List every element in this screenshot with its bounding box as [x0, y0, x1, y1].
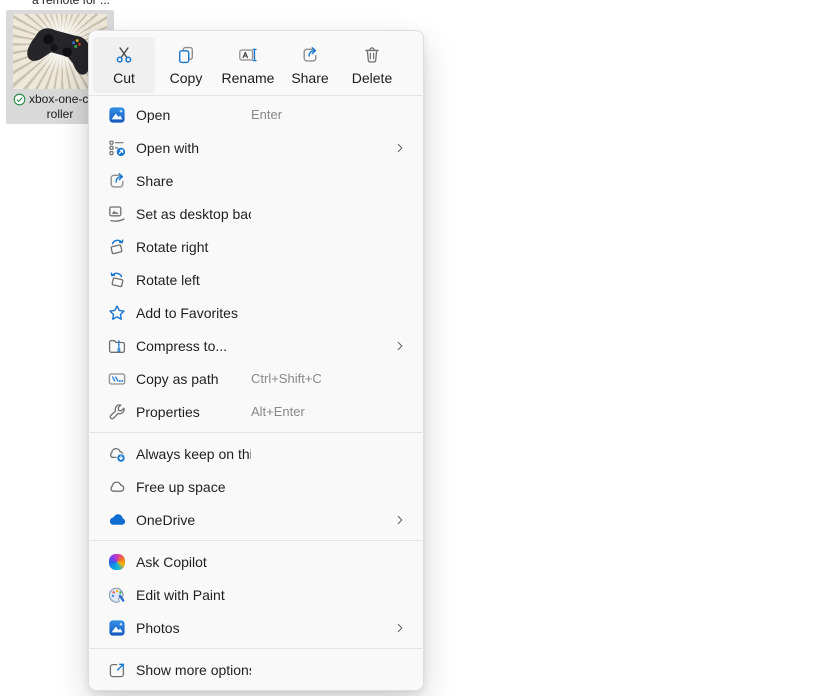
menu-item-label: Edit with Paint	[136, 587, 251, 603]
rotate-right-icon	[107, 237, 127, 257]
rename-button[interactable]: Rename	[217, 37, 279, 93]
menu-item-label: Add to Favorites	[136, 305, 251, 321]
photos-app-icon	[107, 105, 127, 125]
menu-item-label: Always keep on this device	[136, 446, 251, 462]
share-icon	[107, 171, 127, 191]
onedrive-icon	[107, 510, 127, 530]
menu-item-label: Set as desktop background	[136, 206, 251, 222]
menu-item-label: Rotate right	[136, 239, 251, 255]
menu-item-always-keep-on-this-device[interactable]: Always keep on this device	[93, 437, 419, 470]
menu-separator	[89, 648, 423, 649]
desktop-canvas: a remote for ...	[0, 0, 825, 696]
menu-item-rotate-right[interactable]: Rotate right	[93, 230, 419, 263]
share-button[interactable]: Share	[279, 37, 341, 93]
copy-button[interactable]: Copy	[155, 37, 217, 93]
menu-item-edit-with-paint[interactable]: Edit with Paint	[93, 578, 419, 611]
context-menu: Cut Copy Rename Share Delete Open	[88, 30, 424, 691]
menu-item-show-more-options[interactable]: Show more options	[93, 653, 419, 686]
copy-icon	[176, 45, 196, 65]
copilot-icon	[107, 552, 127, 572]
copy-as-path-icon	[107, 369, 127, 389]
menu-item-properties[interactable]: Properties Alt+Enter	[93, 395, 419, 428]
menu-item-label: Open	[136, 107, 251, 123]
shortcut-hint: Ctrl+Shift+C	[251, 371, 322, 386]
menu-item-rotate-left[interactable]: Rotate left	[93, 263, 419, 296]
shortcut-hint: Enter	[251, 107, 282, 122]
cut-label: Cut	[113, 70, 135, 86]
cut-icon	[114, 45, 134, 65]
menu-item-label: OneDrive	[136, 512, 251, 528]
menu-separator	[89, 540, 423, 541]
menu-item-label: Copy as path	[136, 371, 251, 387]
shortcut-hint: Alt+Enter	[251, 404, 305, 419]
share-icon	[300, 45, 320, 65]
menu-item-free-up-space[interactable]: Free up space	[93, 470, 419, 503]
show-more-options-icon	[107, 660, 127, 680]
cloud-icon	[107, 477, 127, 497]
menu-item-add-to-favorites[interactable]: Add to Favorites	[93, 296, 419, 329]
menu-separator	[89, 432, 423, 433]
rename-label: Rename	[222, 70, 275, 86]
star-icon	[107, 303, 127, 323]
delete-icon	[362, 45, 382, 65]
share-label: Share	[291, 70, 328, 86]
wrench-icon	[107, 402, 127, 422]
clipped-file-label-above: a remote for ...	[16, 0, 126, 7]
paint-icon	[107, 585, 127, 605]
menu-item-label: Open with	[136, 140, 251, 156]
rename-icon	[238, 45, 258, 65]
copy-label: Copy	[170, 70, 203, 86]
menu-item-copy-as-path[interactable]: Copy as path Ctrl+Shift+C	[93, 362, 419, 395]
compress-zip-icon	[107, 336, 127, 356]
sync-check-icon	[13, 93, 26, 106]
delete-label: Delete	[352, 70, 392, 86]
menu-item-open[interactable]: Open Enter	[93, 98, 419, 131]
chevron-right-icon	[393, 141, 407, 155]
menu-separator	[89, 95, 423, 96]
menu-item-label: Rotate left	[136, 272, 251, 288]
cut-button[interactable]: Cut	[93, 37, 155, 93]
desktop-background-icon	[107, 204, 127, 224]
photos-app-icon	[107, 618, 127, 638]
menu-item-set-as-desktop-background[interactable]: Set as desktop background	[93, 197, 419, 230]
quick-actions-bar: Cut Copy Rename Share Delete	[89, 35, 423, 93]
chevron-right-icon	[393, 339, 407, 353]
menu-item-label: Compress to...	[136, 338, 251, 354]
menu-item-label: Photos	[136, 620, 251, 636]
menu-item-photos[interactable]: Photos	[93, 611, 419, 644]
menu-item-compress-to[interactable]: Compress to...	[93, 329, 419, 362]
menu-item-label: Ask Copilot	[136, 554, 251, 570]
menu-item-ask-copilot[interactable]: Ask Copilot	[93, 545, 419, 578]
menu-item-onedrive[interactable]: OneDrive	[93, 503, 419, 536]
always-keep-cloud-icon	[107, 444, 127, 464]
chevron-right-icon	[393, 513, 407, 527]
menu-item-share[interactable]: Share	[93, 164, 419, 197]
chevron-right-icon	[393, 621, 407, 635]
menu-item-label: Properties	[136, 404, 251, 420]
menu-item-label: Free up space	[136, 479, 251, 495]
menu-item-open-with[interactable]: Open with	[93, 131, 419, 164]
menu-item-label: Show more options	[136, 662, 251, 678]
open-with-icon	[107, 138, 127, 158]
menu-item-label: Share	[136, 173, 251, 189]
delete-button[interactable]: Delete	[341, 37, 403, 93]
rotate-left-icon	[107, 270, 127, 290]
